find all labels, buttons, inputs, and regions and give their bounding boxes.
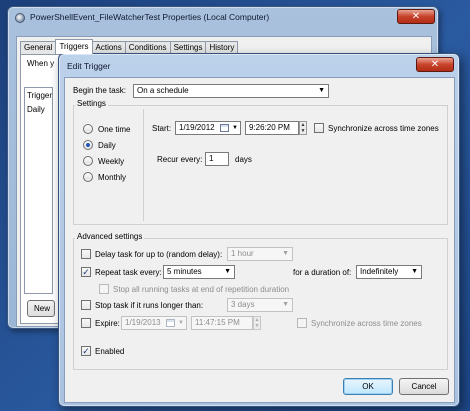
chevron-down-icon: ▼ <box>224 268 231 275</box>
start-time-value: 9:26:20 PM <box>249 123 290 132</box>
expire-time-spinner[interactable]: ▲ ▼ <box>253 316 261 330</box>
recur-every-label: Recur every: <box>157 155 203 164</box>
sync-time-zones-label: Synchronize across time zones <box>328 124 439 133</box>
delay-dropdown[interactable]: 1 hour ▼ <box>227 247 293 261</box>
stop-running-tasks-label: Stop all running tasks at end of repetit… <box>113 285 290 294</box>
ok-button[interactable]: OK <box>343 378 393 395</box>
stop-running-tasks-checkbox[interactable] <box>99 284 109 294</box>
repeat-task-checkbox[interactable]: ✓ <box>81 267 91 277</box>
repeat-interval-dropdown[interactable]: 5 minutes ▼ <box>163 265 235 279</box>
edit-trigger-dialog: Edit Trigger ✕ Begin the task: On a sche… <box>58 53 460 407</box>
new-trigger-button[interactable]: New <box>27 300 55 317</box>
expire-date-value: 1/19/2013 <box>125 318 161 327</box>
check-icon: ✓ <box>82 346 90 356</box>
sync-time-zones-checkbox[interactable] <box>314 123 324 133</box>
start-time-spinner[interactable]: ▲ ▼ <box>299 121 307 135</box>
start-time-field[interactable]: 9:26:20 PM <box>245 121 299 135</box>
begin-task-dropdown[interactable]: On a schedule ▼ <box>133 84 329 98</box>
radio-weekly[interactable] <box>83 156 93 166</box>
duration-label: for a duration of: <box>293 268 352 277</box>
delay-task-checkbox[interactable] <box>81 249 91 259</box>
recur-every-input[interactable]: 1 <box>205 152 229 166</box>
check-icon: ✓ <box>82 267 90 277</box>
chevron-down-icon: ▼ <box>318 87 325 94</box>
start-date-value: 1/19/2012 <box>179 123 215 132</box>
tab-triggers[interactable]: Triggers <box>55 39 93 54</box>
expire-sync-time-zones-label: Synchronize across time zones <box>311 319 422 328</box>
expire-time-field[interactable]: 11:47:15 PM <box>191 316 253 330</box>
recur-every-value: 1 <box>209 154 214 163</box>
properties-window-title: PowerShellEvent_FileWatcherTest Properti… <box>30 12 270 22</box>
chevron-down-icon: ▼ <box>411 268 418 275</box>
delay-value: 1 hour <box>231 249 254 258</box>
triggers-list[interactable]: Trigger Daily <box>24 87 53 294</box>
expire-time-value: 11:47:15 PM <box>195 318 240 327</box>
start-label: Start: <box>152 124 172 133</box>
settings-divider <box>143 109 144 221</box>
stop-task-duration-value: 3 days <box>231 300 255 309</box>
repeat-interval-value: 5 minutes <box>167 267 202 276</box>
repeat-task-label: Repeat task every: <box>95 268 162 277</box>
expire-checkbox[interactable] <box>81 318 91 328</box>
duration-dropdown[interactable]: Indefinitely ▼ <box>356 265 422 279</box>
spin-down-icon[interactable]: ▼ <box>254 323 260 329</box>
radio-daily-label: Daily <box>98 141 116 150</box>
radio-weekly-label: Weekly <box>98 157 125 166</box>
chevron-down-icon: ▼ <box>178 320 184 326</box>
expire-date-picker[interactable]: 1/19/2013 ▼ <box>121 316 187 330</box>
radio-one-time-label: One time <box>98 125 131 134</box>
close-icon: ✕ <box>411 11 421 22</box>
properties-titlebar[interactable]: PowerShellEvent_FileWatcherTest Properti… <box>8 7 438 29</box>
tab-general[interactable]: General <box>20 41 57 54</box>
trigger-column-header[interactable]: Trigger <box>27 91 52 100</box>
calendar-icon[interactable] <box>220 124 229 132</box>
recur-unit-label: days <box>235 155 252 164</box>
stop-task-duration-dropdown[interactable]: 3 days ▼ <box>227 298 293 312</box>
advanced-settings-title: Advanced settings <box>75 232 145 241</box>
chevron-down-icon: ▼ <box>282 250 289 257</box>
properties-close-button[interactable]: ✕ <box>397 9 435 24</box>
radio-daily[interactable] <box>83 140 93 150</box>
chevron-down-icon: ▼ <box>232 125 238 131</box>
triggers-hint-text: When y <box>27 59 55 68</box>
radio-one-time[interactable] <box>83 124 93 134</box>
radio-monthly-label: Monthly <box>98 173 127 182</box>
begin-task-label: Begin the task: <box>73 86 126 95</box>
start-date-picker[interactable]: 1/19/2012 ▼ <box>175 121 241 135</box>
stop-task-longer-checkbox[interactable] <box>81 300 91 310</box>
radio-monthly[interactable] <box>83 172 93 182</box>
properties-tab-strip: General Triggers Actions Conditions Sett… <box>20 39 239 54</box>
calendar-icon[interactable] <box>166 319 175 327</box>
enabled-checkbox[interactable]: ✓ <box>81 346 91 356</box>
expire-label: Expire: <box>95 319 120 328</box>
trigger-row[interactable]: Daily <box>27 105 45 114</box>
close-icon: ✕ <box>430 59 440 70</box>
edit-trigger-client-area: Begin the task: On a schedule ▼ Settings… <box>64 77 455 403</box>
edit-trigger-close-button[interactable]: ✕ <box>416 57 454 72</box>
enabled-label: Enabled <box>95 347 125 356</box>
duration-value: Indefinitely <box>360 267 399 276</box>
edit-trigger-title: Edit Trigger <box>67 61 111 71</box>
stop-task-longer-label: Stop task if it runs longer than: <box>95 301 204 310</box>
chevron-down-icon: ▼ <box>282 301 289 308</box>
delay-task-label: Delay task for up to (random delay): <box>95 250 223 259</box>
task-scheduler-app-icon <box>15 13 25 23</box>
settings-group-title: Settings <box>75 99 108 108</box>
begin-task-value: On a schedule <box>137 86 189 95</box>
spin-down-icon[interactable]: ▼ <box>300 128 306 134</box>
cancel-button[interactable]: Cancel <box>399 378 449 395</box>
expire-sync-time-zones-checkbox[interactable] <box>297 318 307 328</box>
